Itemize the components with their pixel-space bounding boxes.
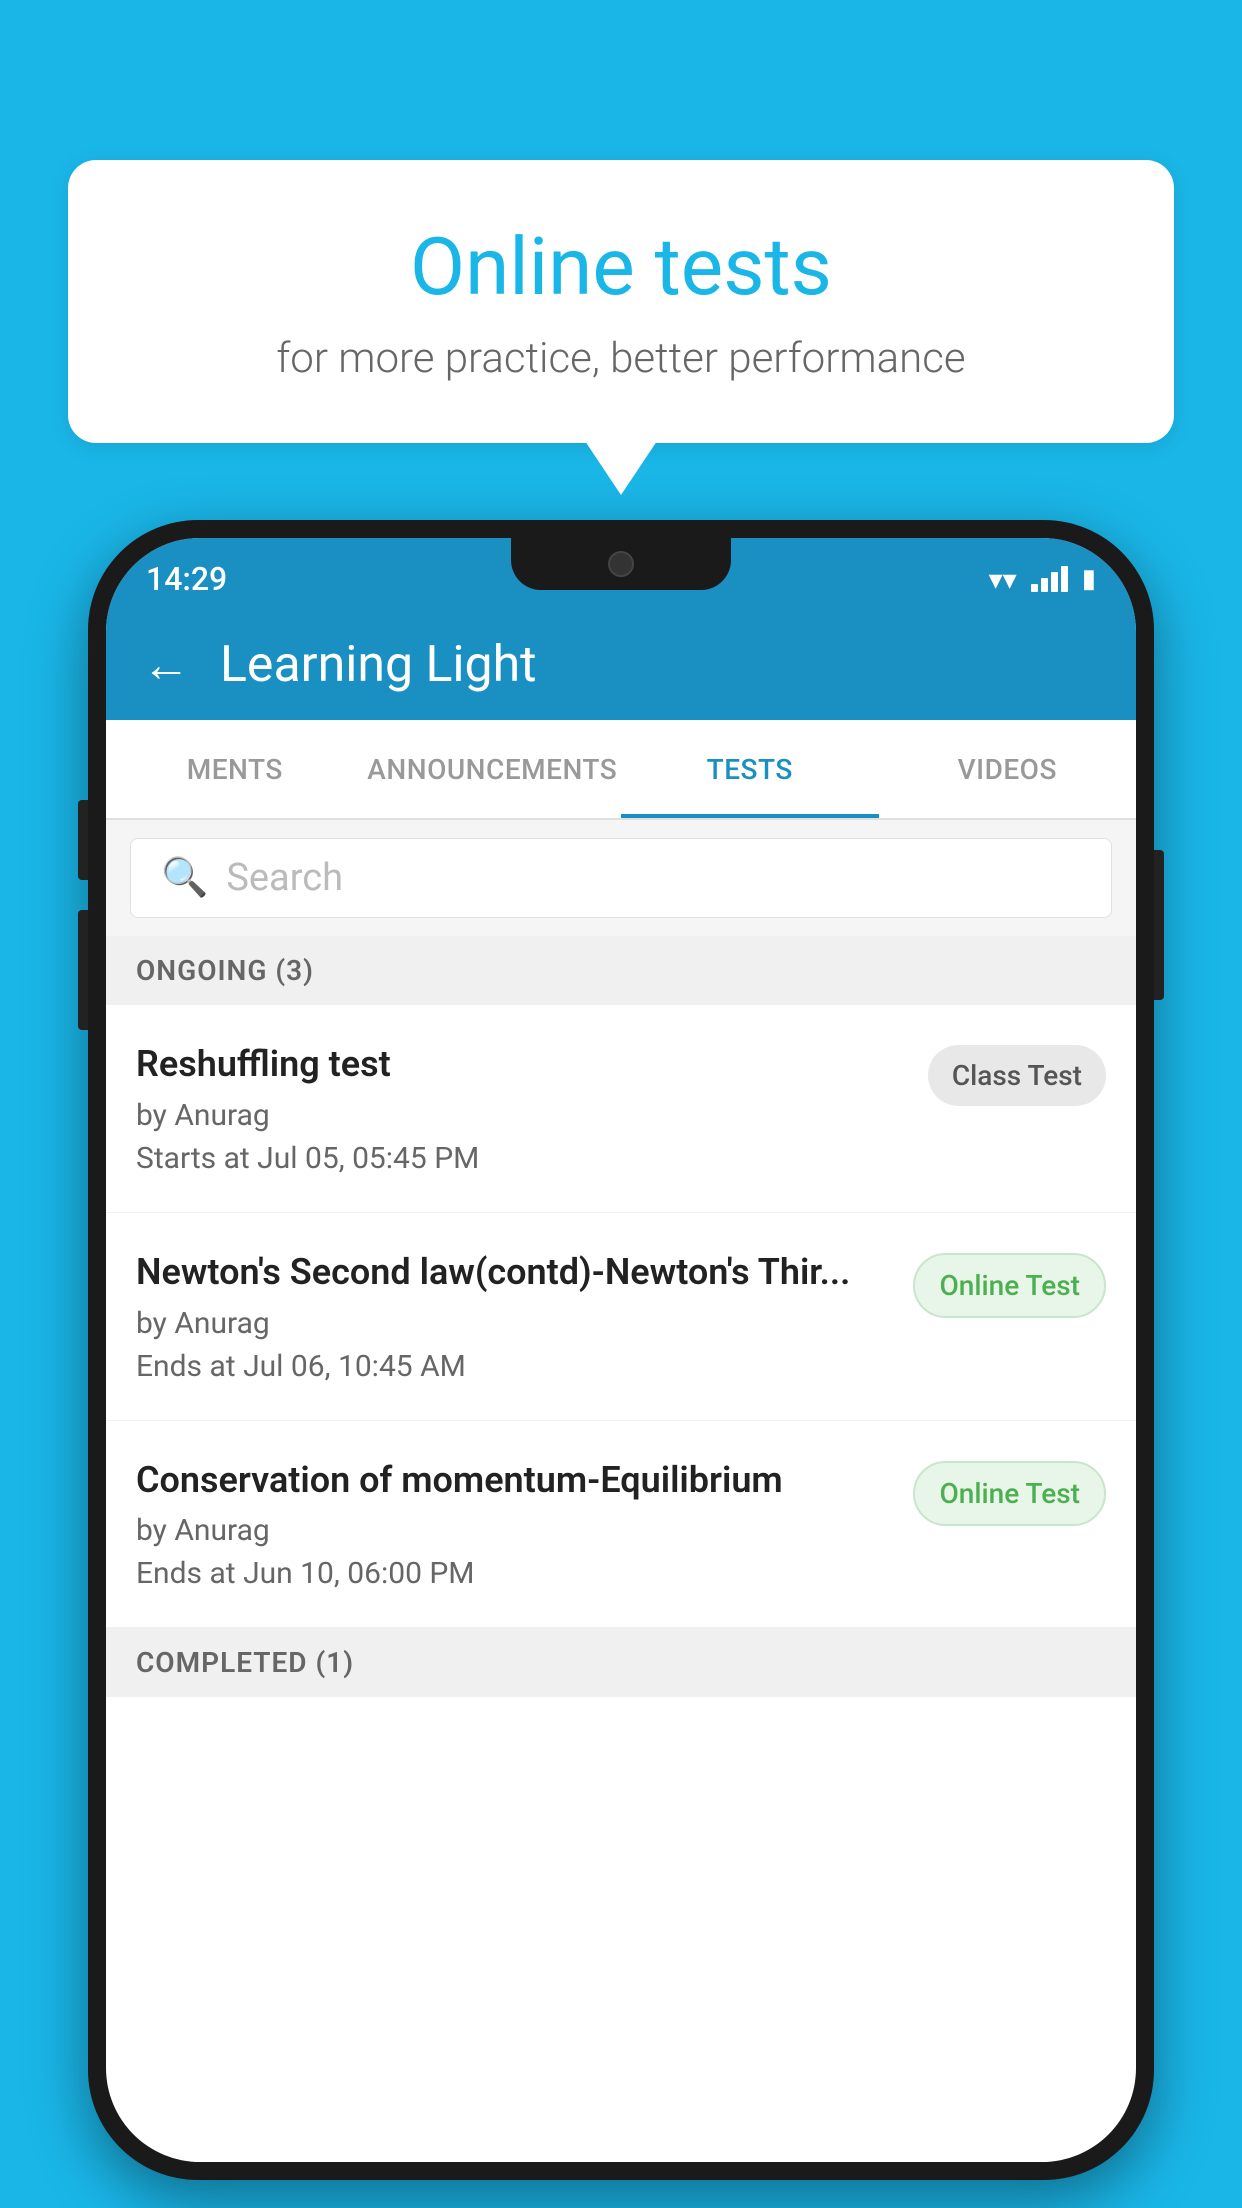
test-info-2: Newton's Second law(contd)-Newton's Thir… xyxy=(136,1249,893,1384)
tabs-bar: MENTS ANNOUNCEMENTS TESTS VIDEOS xyxy=(106,720,1136,820)
side-button-volume-up xyxy=(78,800,88,880)
search-bar[interactable]: 🔍 Search xyxy=(130,838,1112,918)
bubble-title: Online tests xyxy=(148,220,1094,314)
test-time-3: Ends at Jun 10, 06:00 PM xyxy=(136,1556,893,1591)
phone-screen: 14:29 ▾▾ ▮ ← Learning Light xyxy=(106,538,1136,2162)
battery-icon: ▮ xyxy=(1082,564,1096,594)
test-time-1: Starts at Jul 05, 05:45 PM xyxy=(136,1141,908,1176)
side-button-volume-down xyxy=(78,910,88,1030)
test-item-reshuffling[interactable]: Reshuffling test by Anurag Starts at Jul… xyxy=(106,1005,1136,1213)
signal-icon xyxy=(1031,566,1068,592)
test-info-1: Reshuffling test by Anurag Starts at Jul… xyxy=(136,1041,908,1176)
tab-ments[interactable]: MENTS xyxy=(106,720,364,818)
test-name-2: Newton's Second law(contd)-Newton's Thir… xyxy=(136,1249,893,1296)
side-button-power xyxy=(1154,850,1164,1000)
test-name-1: Reshuffling test xyxy=(136,1041,908,1088)
status-time: 14:29 xyxy=(146,560,227,598)
completed-section-header: COMPLETED (1) xyxy=(106,1628,1136,1697)
test-time-2: Ends at Jul 06, 10:45 AM xyxy=(136,1349,893,1384)
test-author-2: by Anurag xyxy=(136,1306,893,1341)
tab-videos[interactable]: VIDEOS xyxy=(879,720,1137,818)
tab-announcements[interactable]: ANNOUNCEMENTS xyxy=(364,720,622,818)
phone-container: 14:29 ▾▾ ▮ ← Learning Light xyxy=(88,520,1154,2180)
back-button[interactable]: ← xyxy=(142,641,190,689)
app-title: Learning Light xyxy=(220,636,537,694)
phone-outer: 14:29 ▾▾ ▮ ← Learning Light xyxy=(88,520,1154,2180)
ongoing-section-header: ONGOING (3) xyxy=(106,936,1136,1005)
app-header: ← Learning Light xyxy=(106,610,1136,720)
test-list: Reshuffling test by Anurag Starts at Jul… xyxy=(106,1005,1136,1628)
test-info-3: Conservation of momentum-Equilibrium by … xyxy=(136,1457,893,1592)
test-badge-3: Online Test xyxy=(913,1461,1106,1526)
test-item-conservation[interactable]: Conservation of momentum-Equilibrium by … xyxy=(106,1421,1136,1629)
search-icon: 🔍 xyxy=(161,856,208,900)
speech-bubble: Online tests for more practice, better p… xyxy=(68,160,1174,443)
status-icons: ▾▾ ▮ xyxy=(989,563,1096,596)
test-badge-1: Class Test xyxy=(928,1045,1106,1106)
phone-notch xyxy=(511,538,731,590)
test-badge-2: Online Test xyxy=(913,1253,1106,1318)
search-container: 🔍 Search xyxy=(106,820,1136,936)
speech-bubble-container: Online tests for more practice, better p… xyxy=(68,160,1174,443)
search-input[interactable]: Search xyxy=(226,856,343,900)
test-name-3: Conservation of momentum-Equilibrium xyxy=(136,1457,893,1504)
test-author-3: by Anurag xyxy=(136,1513,893,1548)
test-author-1: by Anurag xyxy=(136,1098,908,1133)
front-camera xyxy=(608,551,634,577)
wifi-icon: ▾▾ xyxy=(989,563,1017,596)
bubble-subtitle: for more practice, better performance xyxy=(148,334,1094,383)
tab-tests[interactable]: TESTS xyxy=(621,720,879,818)
test-item-newtons[interactable]: Newton's Second law(contd)-Newton's Thir… xyxy=(106,1213,1136,1421)
